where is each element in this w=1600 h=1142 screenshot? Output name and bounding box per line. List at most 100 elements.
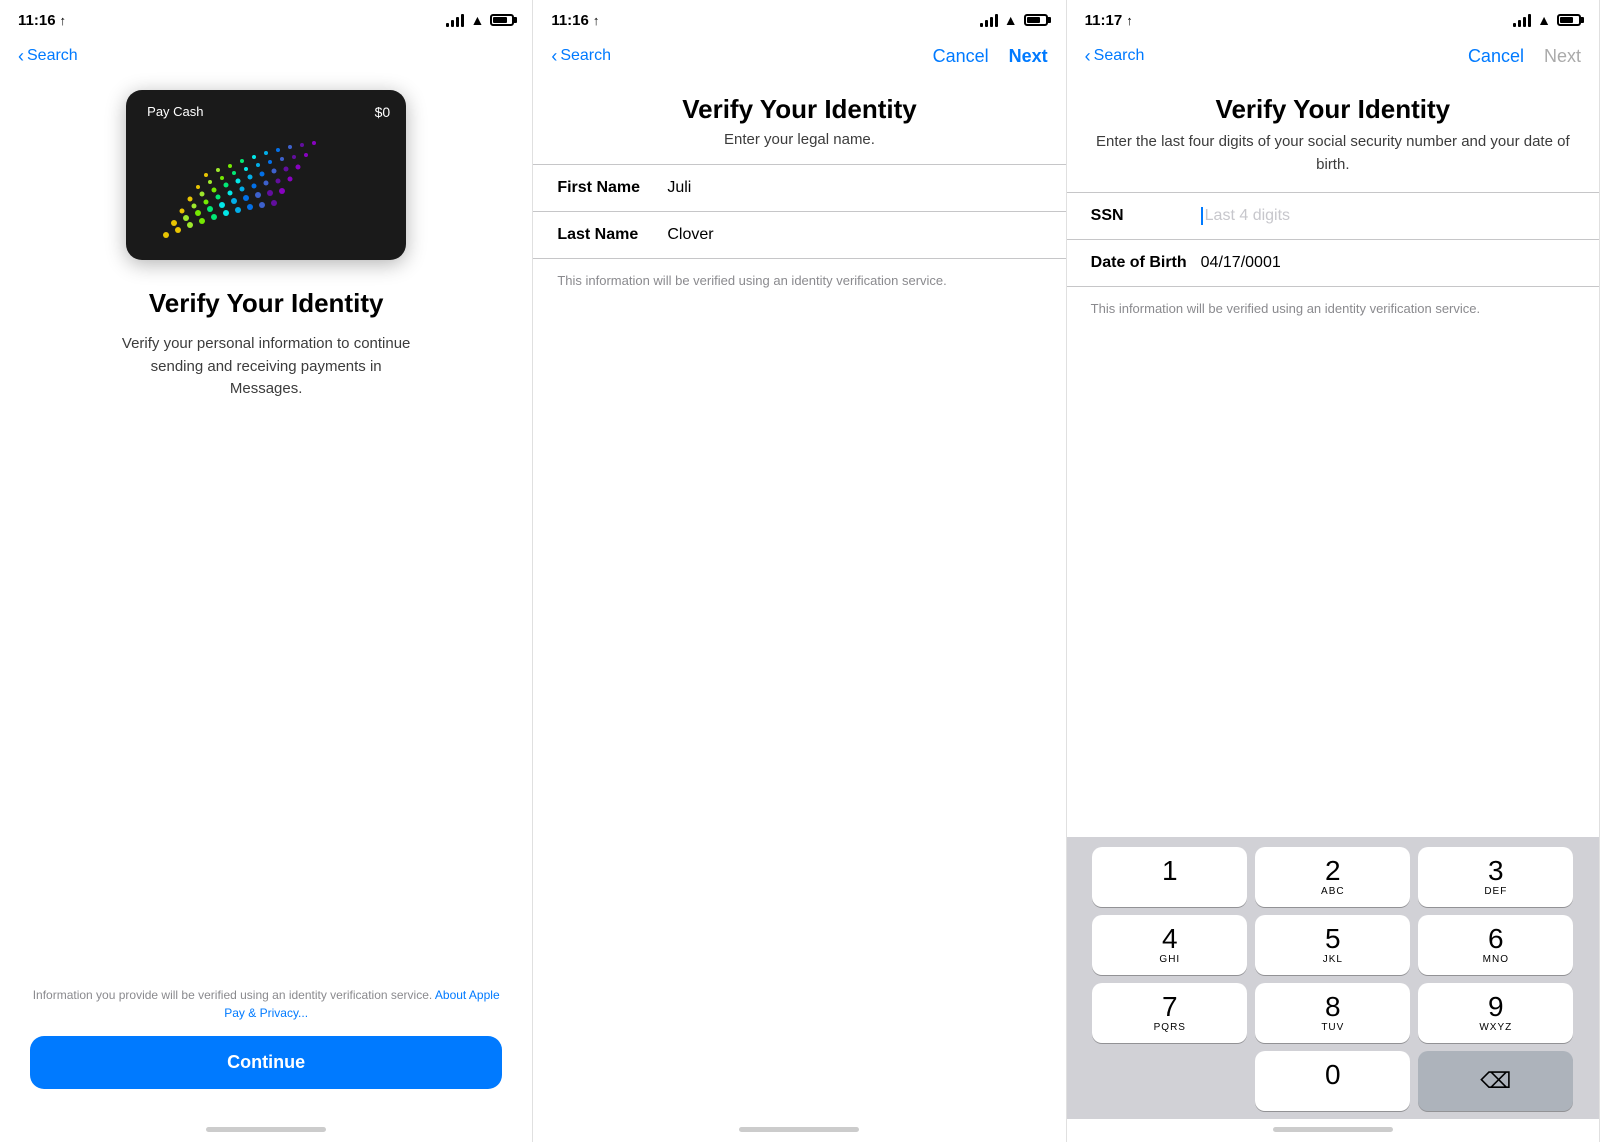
card-logo: Pay Cash [142,104,203,119]
key-6[interactable]: 6 MNO [1418,915,1573,975]
status-time-3: 11:17 ↑ [1085,12,1133,29]
next-button-2[interactable]: Next [1009,46,1048,67]
card-balance: $0 [375,104,391,120]
back-arrow-icon-3: ‹ [1085,46,1091,67]
key-number-0: 0 [1325,1061,1341,1089]
screen1-content: Pay Cash $0 [0,80,532,970]
delete-icon: ⌫ [1480,1068,1511,1094]
home-indicator-3 [1273,1127,1393,1132]
key-2[interactable]: 2 ABC [1255,847,1410,907]
signal-icon-3 [1513,13,1531,27]
status-time-2: 11:16 ↑ [551,12,599,29]
key-7[interactable]: 7 PQRS [1092,983,1247,1043]
back-label-1: Search [27,47,78,65]
back-arrow-icon-1: ‹ [18,46,24,67]
nav-bar-3: ‹ Search Cancel Next [1067,36,1599,80]
key-5[interactable]: 5 JKL [1255,915,1410,975]
key-8[interactable]: 8 TUV [1255,983,1410,1043]
screen2-content: Verify Your Identity Enter your legal na… [533,80,1065,1119]
screen-1: 11:16 ↑ ▲ ‹ Search Pay Cash [0,0,533,1142]
key-0[interactable]: 0 [1255,1051,1410,1111]
card-logo-text: Pay Cash [147,104,203,119]
signal-icon-2 [980,13,998,27]
continue-button[interactable]: Continue [30,1036,502,1089]
screen2-form-info: This information will be verified using … [533,259,1065,303]
dob-row[interactable]: Date of Birth 04/17/0001 [1067,240,1599,287]
status-time-1: 11:16 ↑ [18,12,66,29]
battery-icon-3 [1557,14,1581,26]
numeric-keypad: 1 2 ABC 3 DEF 4 GHI 5 [1067,837,1599,1119]
key-number-3: 3 [1488,857,1504,885]
key-number-4: 4 [1162,925,1178,953]
battery-icon-2 [1024,14,1048,26]
delete-key[interactable]: ⌫ [1418,1051,1573,1111]
time-text-2: 11:16 [551,12,589,29]
key-3[interactable]: 3 DEF [1418,847,1573,907]
screen2-title: Verify Your Identity [533,80,1065,131]
keypad-row-3: 7 PQRS 8 TUV 9 WXYZ [1075,983,1591,1043]
screen2-subtitle: Enter your legal name. [533,131,1065,164]
cancel-button-3[interactable]: Cancel [1468,46,1524,67]
wifi-icon-3: ▲ [1537,12,1551,28]
ssn-label: SSN [1091,207,1201,225]
location-icon-1: ↑ [60,13,67,28]
screen3-subtitle: Enter the last four digits of your socia… [1067,131,1599,192]
keypad-row-1: 1 2 ABC 3 DEF [1075,847,1591,907]
key-letters-0 [1331,1090,1335,1101]
footer-info-text: Information you provide will be verified… [30,986,502,1022]
status-icons-2: ▲ [980,12,1048,28]
next-button-3[interactable]: Next [1544,46,1581,67]
first-name-value: Juli [667,179,1041,197]
nav-bar-2: ‹ Search Cancel Next [533,36,1065,80]
time-text-1: 11:16 [18,12,56,29]
cancel-button-2[interactable]: Cancel [933,46,989,67]
key-number-8: 8 [1325,993,1341,1021]
dob-label: Date of Birth [1091,254,1201,272]
apple-pay-card: Pay Cash $0 [126,90,406,260]
status-icons-1: ▲ [446,12,514,28]
key-number-9: 9 [1488,993,1504,1021]
key-4[interactable]: 4 GHI [1092,915,1247,975]
keypad-row-2: 4 GHI 5 JKL 6 MNO [1075,915,1591,975]
key-9[interactable]: 9 WXYZ [1418,983,1573,1043]
status-bar-3: 11:17 ↑ ▲ [1067,0,1599,36]
location-icon-3: ↑ [1126,13,1133,28]
back-button-2[interactable]: ‹ Search [551,46,611,67]
key-number-6: 6 [1488,925,1504,953]
key-number-7: 7 [1162,993,1178,1021]
text-cursor [1201,207,1203,225]
key-letters-9: WXYZ [1479,1022,1512,1033]
screen1-title: Verify Your Identity [149,288,384,319]
back-button-1[interactable]: ‹ Search [18,46,78,67]
battery-icon-1 [490,14,514,26]
screen-3: 11:17 ↑ ▲ ‹ Search Cancel Next Verify [1067,0,1600,1142]
key-letters-5: JKL [1323,954,1343,965]
ssn-row[interactable]: SSN Last 4 digits [1067,193,1599,240]
status-bar-1: 11:16 ↑ ▲ [0,0,532,36]
status-icons-3: ▲ [1513,12,1581,28]
key-letters-1 [1168,886,1172,897]
first-name-row[interactable]: First Name Juli [533,165,1065,212]
ssn-field[interactable]: Last 4 digits [1201,207,1575,225]
key-letters-7: PQRS [1154,1022,1186,1033]
signal-icon-1 [446,13,464,27]
back-label-2: Search [560,47,611,65]
key-number-2: 2 [1325,857,1341,885]
last-name-label: Last Name [557,226,667,244]
key-letters-4: GHI [1159,954,1180,965]
screen-2: 11:16 ↑ ▲ ‹ Search Cancel Next Verify [533,0,1066,1142]
back-button-3[interactable]: ‹ Search [1085,46,1145,67]
dob-value: 04/17/0001 [1201,254,1575,272]
nav-bar-1: ‹ Search [0,36,532,80]
key-number-5: 5 [1325,925,1341,953]
key-letters-6: MNO [1483,954,1509,965]
key-1[interactable]: 1 [1092,847,1247,907]
screen3-title: Verify Your Identity [1067,80,1599,131]
screen3-form-info: This information will be verified using … [1067,287,1599,331]
home-indicator-2 [739,1127,859,1132]
key-empty [1092,1051,1247,1111]
home-indicator-1 [206,1127,326,1132]
first-name-label: First Name [557,179,667,197]
last-name-row[interactable]: Last Name Clover [533,212,1065,259]
screen1-subtitle: Verify your personal information to cont… [116,333,416,401]
